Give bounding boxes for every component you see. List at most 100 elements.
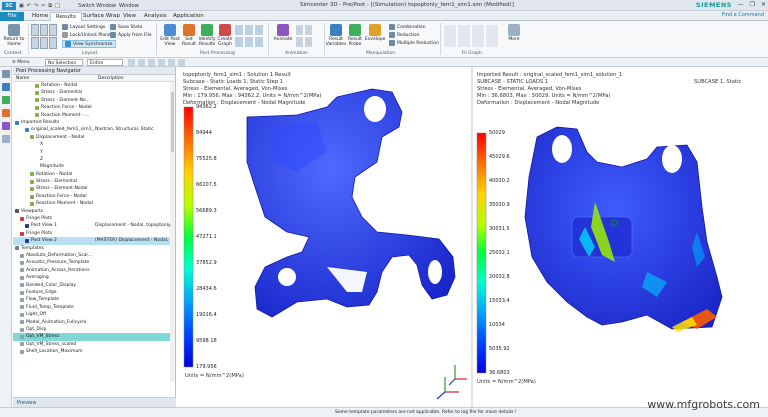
tree-row[interactable]: Light_Off bbox=[13, 311, 175, 318]
tree-row[interactable]: Imported Results bbox=[13, 119, 175, 126]
tab-application[interactable]: Application bbox=[168, 12, 209, 21]
create-graph-button[interactable]: Create Graph bbox=[217, 24, 233, 47]
tree-row[interactable]: Feature_Edge bbox=[13, 289, 175, 296]
layout-3-button[interactable] bbox=[49, 24, 57, 36]
multiple-reduction-button[interactable]: Multiple Reduction bbox=[389, 40, 439, 46]
view-synchronize-button[interactable]: View Synchronize bbox=[62, 40, 116, 48]
layout-6-button[interactable] bbox=[49, 37, 57, 49]
tree-row[interactable]: Animation_Across_Iterations bbox=[13, 267, 175, 274]
graph-tool-2-button[interactable] bbox=[458, 25, 470, 47]
tree-row[interactable]: Rotation - Nodal bbox=[13, 82, 175, 89]
tab-analysis[interactable]: Analysis bbox=[139, 12, 172, 21]
simulation-navigator-icon[interactable] bbox=[2, 83, 10, 91]
step-back-button[interactable] bbox=[296, 37, 303, 47]
select-tool-3-button[interactable] bbox=[148, 59, 155, 66]
command-finder[interactable]: Find a Command bbox=[722, 12, 764, 18]
play-button[interactable] bbox=[296, 25, 303, 35]
tree-row[interactable]: Post View 2 (MASTER) Displacement - Nodal… bbox=[13, 237, 175, 245]
tree-row[interactable]: Z bbox=[13, 156, 175, 163]
edit-post-view-button[interactable]: Edit Post View bbox=[159, 24, 181, 47]
undo-icon[interactable]: ↶ bbox=[27, 3, 31, 9]
close-button[interactable]: ✕ bbox=[761, 1, 766, 8]
select-tool-4-button[interactable] bbox=[158, 59, 165, 66]
tree-row[interactable]: Reaction Force - Nodal bbox=[13, 193, 175, 200]
layout-2-button[interactable] bbox=[40, 24, 48, 36]
selection-filter-dropdown[interactable]: No Selection Filter bbox=[45, 59, 83, 73]
pause-button[interactable] bbox=[305, 25, 312, 35]
tree-row[interactable]: Fluid_Temp_Template bbox=[13, 304, 175, 311]
tree-row[interactable]: Opt_Disp bbox=[13, 326, 175, 333]
navigator-scrollbar[interactable] bbox=[170, 82, 175, 382]
window-menu[interactable]: Window bbox=[119, 3, 139, 9]
set-result-button[interactable]: Set Result bbox=[181, 24, 197, 47]
combination-button[interactable]: Combination bbox=[389, 24, 426, 30]
tree-row[interactable]: Templates bbox=[13, 245, 175, 252]
tree-row[interactable]: X bbox=[13, 141, 175, 148]
tree-row[interactable]: Banded_Color_Display bbox=[13, 282, 175, 289]
layout-5-button[interactable] bbox=[40, 37, 48, 49]
tree-row[interactable]: Rotation - Nodal bbox=[13, 171, 175, 178]
maximize-button[interactable]: ❐ bbox=[750, 1, 755, 8]
tree-row[interactable]: Acoustic_Pressure_Template bbox=[13, 259, 175, 266]
select-tool-5-button[interactable] bbox=[168, 59, 175, 66]
graph-tool-4-button[interactable] bbox=[486, 25, 498, 47]
select-tool-2-button[interactable] bbox=[138, 59, 145, 66]
minimize-button[interactable]: — bbox=[738, 1, 744, 8]
tree-row[interactable]: Stress - Elemental bbox=[13, 178, 175, 185]
web-browser-icon[interactable] bbox=[2, 135, 10, 143]
envelope-button[interactable]: Envelope bbox=[364, 24, 386, 42]
scroll-thumb[interactable] bbox=[171, 92, 174, 152]
tree-row[interactable]: Magnitude bbox=[13, 163, 175, 170]
result-variables-button[interactable]: Result Variables bbox=[326, 24, 346, 47]
tree-row[interactable]: Post View 1 Displacement - Nodal, topopto… bbox=[13, 222, 175, 229]
identify-results-button[interactable]: Identify Results bbox=[197, 24, 217, 47]
history-icon[interactable] bbox=[2, 109, 10, 117]
save-state-button[interactable]: Save State bbox=[110, 24, 142, 30]
tree-row[interactable]: Modal_Animation_Fullcycle bbox=[13, 319, 175, 326]
tab-view[interactable]: View bbox=[118, 12, 141, 21]
tree-row[interactable]: Displacement - Nodal bbox=[13, 134, 175, 141]
post-tool-1-button[interactable] bbox=[235, 25, 243, 35]
more-button[interactable]: More bbox=[506, 24, 522, 42]
tree-row[interactable]: Flow_Template bbox=[13, 296, 175, 303]
cut-icon[interactable]: ✂ bbox=[41, 3, 45, 9]
tree-row[interactable]: Reaction Moment - Nodal bbox=[13, 200, 175, 207]
layout-1-button[interactable] bbox=[31, 24, 39, 36]
column-name-header[interactable]: Name bbox=[13, 75, 95, 81]
apply-from-file-button[interactable]: Apply from File bbox=[110, 32, 152, 38]
assembly-scope-dropdown[interactable]: Entire Assembly bbox=[87, 59, 123, 73]
post-tool-3-button[interactable] bbox=[255, 25, 263, 35]
switch-window-button[interactable]: Switch Window bbox=[78, 3, 116, 9]
tab-file[interactable]: File bbox=[0, 12, 24, 21]
lock-unlock-plane-button[interactable]: Lock/Unlock Plane bbox=[62, 32, 111, 38]
tree-row[interactable]: Reaction Force - Nodal bbox=[13, 104, 175, 111]
step-forward-button[interactable] bbox=[305, 37, 312, 47]
result-probe-button[interactable]: Result Probe bbox=[346, 24, 364, 47]
post-tool-6-button[interactable] bbox=[255, 37, 263, 47]
tree-row[interactable]: Stress - Element-Nodal bbox=[13, 185, 175, 192]
tree-row[interactable]: Opt_VM_Stress bbox=[13, 333, 175, 341]
select-tool-1-button[interactable] bbox=[128, 59, 135, 66]
save-icon[interactable]: ▣ bbox=[19, 3, 24, 9]
tree-row[interactable]: original_scaled_fem1_sim1_... Nastran, St… bbox=[13, 126, 175, 133]
graph-tool-1-button[interactable] bbox=[444, 25, 456, 47]
layout-4-button[interactable] bbox=[31, 37, 39, 49]
post-tool-4-button[interactable] bbox=[235, 37, 243, 47]
tree-row[interactable]: Viewports bbox=[13, 208, 175, 215]
graphics-window[interactable]: topoptonly_fem1_sim1 : Solution 1 Result… bbox=[177, 67, 768, 407]
graph-tool-3-button[interactable] bbox=[472, 25, 484, 47]
tree-row[interactable]: Averaging bbox=[13, 274, 175, 281]
tree-row[interactable]: Opt_VM_Stress_scaled bbox=[13, 341, 175, 348]
redo-icon[interactable]: ↷ bbox=[34, 3, 38, 9]
roles-icon[interactable] bbox=[2, 122, 10, 130]
tree-row[interactable]: Stress - Element-No... bbox=[13, 97, 175, 104]
copy-icon[interactable]: ⧉ bbox=[48, 3, 52, 9]
tree-row[interactable]: Y bbox=[13, 149, 175, 156]
layout-settings-button[interactable]: Layout Settings bbox=[62, 24, 105, 30]
column-description-header[interactable]: Description bbox=[95, 75, 124, 81]
post-tool-5-button[interactable] bbox=[245, 37, 253, 47]
animate-button[interactable]: Animate bbox=[272, 24, 294, 42]
preview-panel-header[interactable]: Preview bbox=[13, 397, 176, 407]
part-navigator-icon[interactable] bbox=[2, 70, 10, 78]
tree-row[interactable]: Reaction Moment - ... bbox=[13, 112, 175, 119]
